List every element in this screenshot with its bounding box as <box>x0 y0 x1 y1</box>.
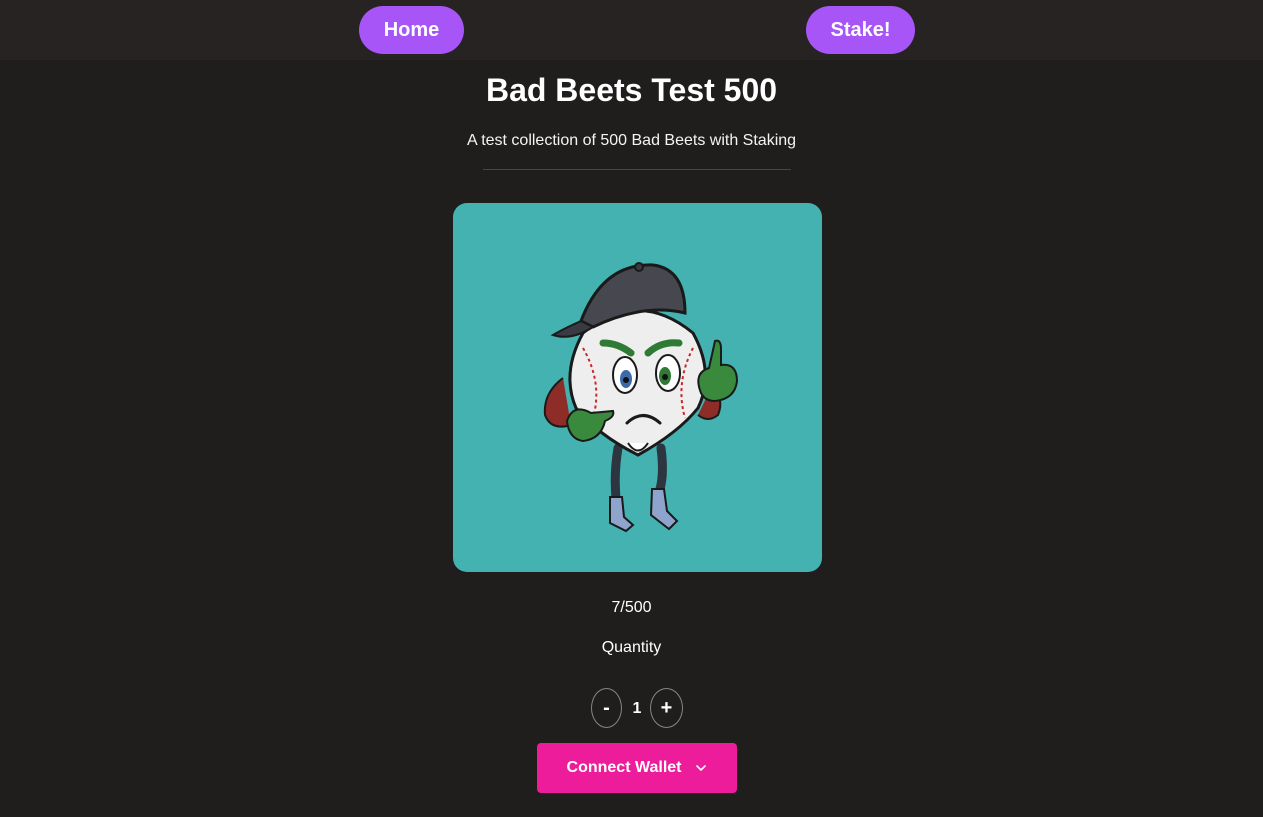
quantity-label: Quantity <box>601 639 662 656</box>
baseball-beet-character-icon <box>543 262 739 533</box>
collection-description: A test collection of 500 Bad Beets with … <box>466 132 797 149</box>
quantity-value: 1 <box>632 700 642 717</box>
chevron-down-icon <box>696 765 707 771</box>
minted-supply-count: 7/500 <box>611 599 652 616</box>
page-title: Bad Beets Test 500 <box>485 72 778 108</box>
home-button[interactable]: Home <box>359 6 464 54</box>
nft-preview-image <box>453 203 822 572</box>
connect-wallet-label: Connect Wallet <box>566 759 682 776</box>
top-nav-bar: Home Stake! <box>0 0 1263 60</box>
stake-button[interactable]: Stake! <box>806 6 915 54</box>
divider <box>483 169 791 170</box>
connect-wallet-button[interactable]: Connect Wallet <box>537 743 737 793</box>
decrement-quantity-button[interactable]: - <box>591 688 622 728</box>
increment-quantity-button[interactable]: + <box>650 688 683 728</box>
